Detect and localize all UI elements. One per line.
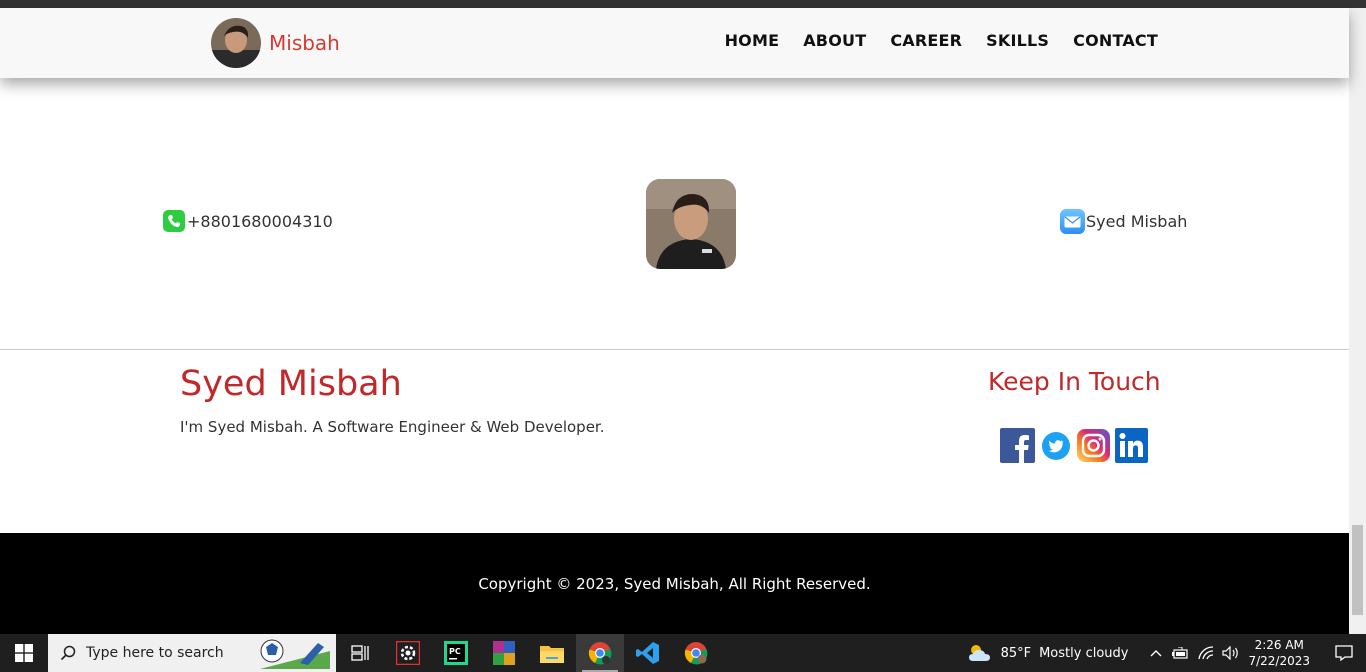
vscode-icon[interactable]: [624, 634, 672, 672]
weather-temp[interactable]: 85°F: [1001, 646, 1032, 661]
pycharm-icon[interactable]: PC: [432, 634, 480, 672]
email-contact[interactable]: Syed Misbah: [1060, 209, 1187, 234]
nav-skills[interactable]: SKILLS: [986, 31, 1049, 50]
navbar: Misbah HOME ABOUT CAREER SKILLS CONTACT: [0, 8, 1349, 78]
gear-app-icon[interactable]: [384, 634, 432, 672]
contact-row: +8801680004310 Syed Misbah: [0, 179, 1349, 269]
page-scrollbar[interactable]: [1349, 8, 1366, 634]
nav-about[interactable]: ABOUT: [803, 31, 866, 50]
nav-home[interactable]: HOME: [725, 31, 780, 50]
battery-icon[interactable]: [1172, 647, 1189, 659]
wifi-icon[interactable]: [1198, 646, 1214, 660]
nav-career[interactable]: CAREER: [890, 31, 962, 50]
weather-cloud-icon[interactable]: [967, 643, 993, 663]
brand-name: Misbah: [269, 31, 340, 55]
brand[interactable]: Misbah: [211, 18, 340, 68]
system-tray: 85°F Mostly cloudy 2:26 AM 7/22/2023: [967, 634, 1366, 672]
footer-name: Syed Misbah: [180, 364, 402, 404]
instagram-icon[interactable]: [1076, 428, 1111, 463]
footer-tagline: I'm Syed Misbah. A Software Engineer & W…: [180, 418, 605, 436]
chrome-icon[interactable]: [576, 634, 624, 672]
twitter-icon[interactable]: [1038, 428, 1073, 463]
nav-links: HOME ABOUT CAREER SKILLS CONTACT: [701, 31, 1158, 50]
section-divider: [0, 349, 1349, 350]
linkedin-icon[interactable]: [1114, 428, 1149, 463]
browser-top-strip: [0, 0, 1366, 8]
whatsapp-icon: [163, 210, 185, 232]
scrollbar-thumb[interactable]: [1352, 525, 1363, 615]
email-label: Syed Misbah: [1086, 212, 1188, 231]
mail-icon: [1060, 209, 1085, 234]
search-highlight-icon: [260, 637, 330, 669]
notification-icon[interactable]: [1322, 645, 1366, 661]
search-icon: [60, 645, 76, 661]
task-view-icon[interactable]: [336, 634, 384, 672]
copyright-text: Copyright © 2023, Syed Misbah, All Right…: [478, 575, 871, 593]
svg-text:PC: PC: [449, 647, 461, 656]
weather-desc[interactable]: Mostly cloudy: [1039, 646, 1128, 661]
phone-contact[interactable]: +8801680004310: [163, 210, 333, 232]
chevron-up-icon[interactable]: [1150, 649, 1162, 657]
file-explorer-icon[interactable]: [528, 634, 576, 672]
chrome-profile-icon[interactable]: [672, 634, 720, 672]
winrar-icon[interactable]: [480, 634, 528, 672]
taskbar-search[interactable]: Type here to search: [48, 634, 336, 672]
social-links: [1000, 428, 1152, 463]
windows-start-icon[interactable]: [0, 634, 48, 672]
nav-contact[interactable]: CONTACT: [1073, 31, 1158, 50]
copyright-bar: Copyright © 2023, Syed Misbah, All Right…: [0, 533, 1349, 634]
volume-icon[interactable]: [1222, 646, 1240, 660]
clock-date: 7/22/2023: [1248, 654, 1310, 668]
facebook-icon[interactable]: [1000, 428, 1035, 463]
search-placeholder: Type here to search: [86, 645, 224, 661]
brand-avatar: [211, 18, 261, 68]
phone-number: +8801680004310: [187, 211, 333, 231]
clock-time: 2:26 AM: [1254, 638, 1304, 652]
profile-photo: [646, 179, 736, 269]
windows-taskbar: Type here to search PC 85°F Mostly cloud…: [0, 634, 1366, 672]
clock[interactable]: 2:26 AM 7/22/2023: [1248, 637, 1310, 669]
keep-in-touch-title: Keep In Touch: [988, 367, 1161, 396]
